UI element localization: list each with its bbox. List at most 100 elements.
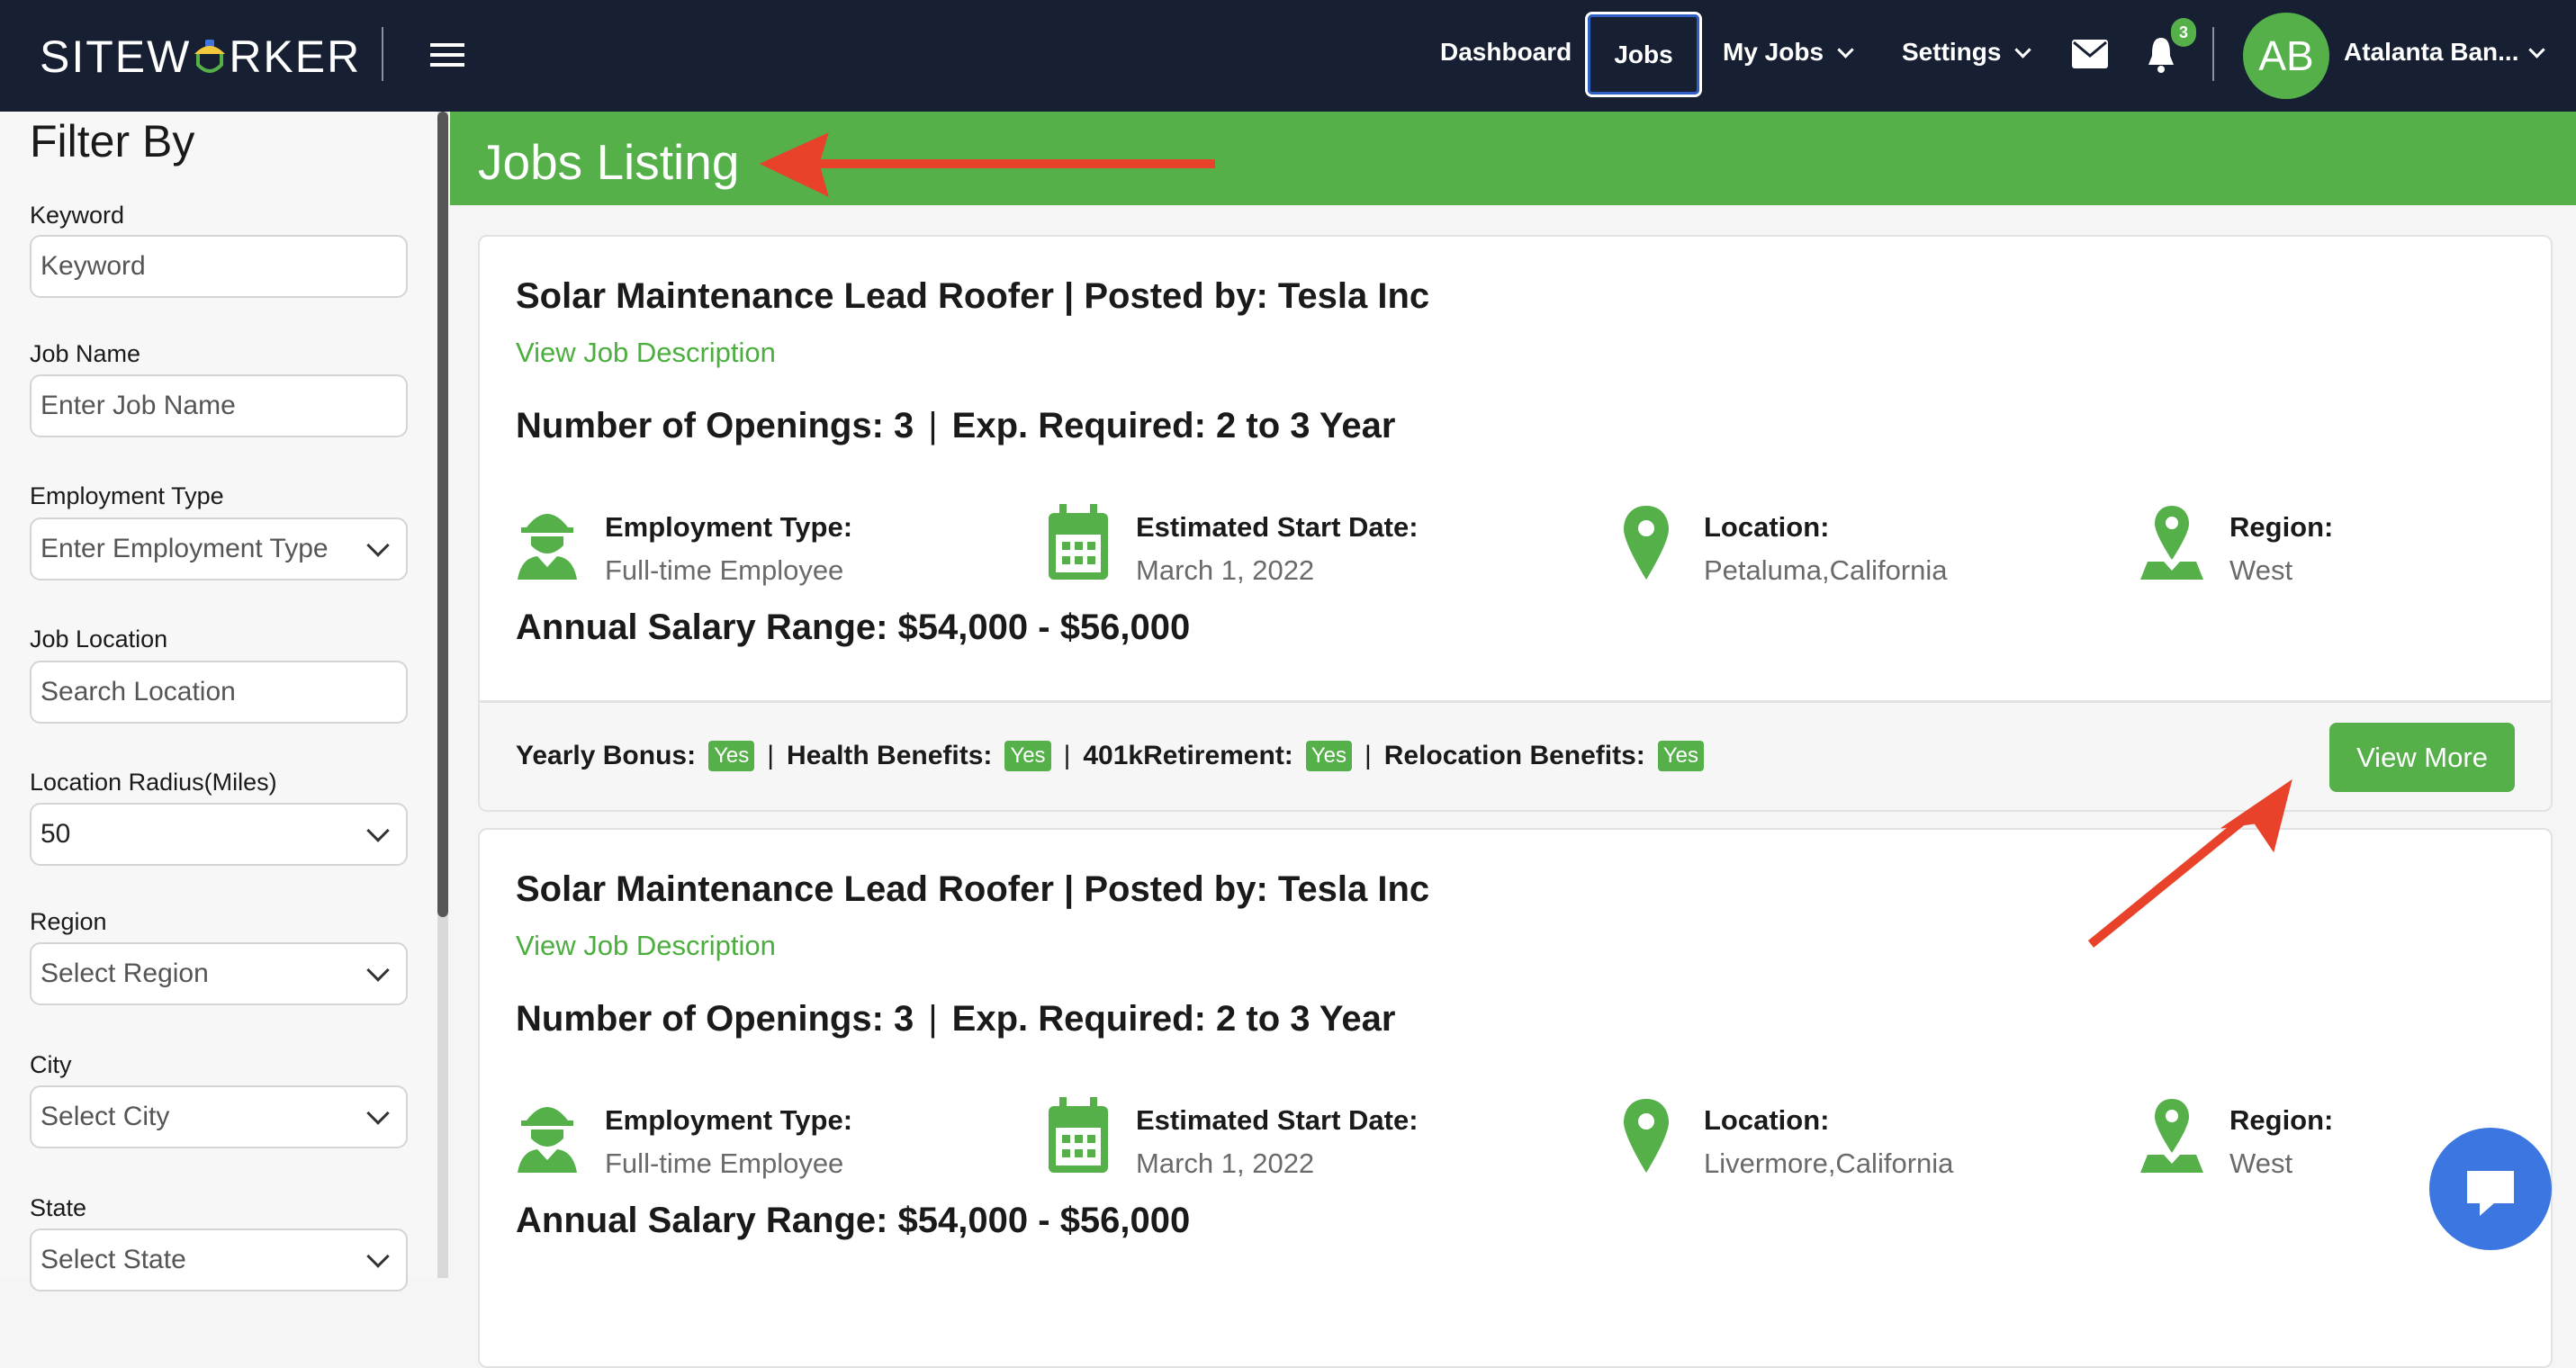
divider [382, 27, 383, 81]
filter-input[interactable]: Select State [30, 1228, 408, 1292]
filter-input[interactable]: Search Location [30, 661, 408, 724]
salary-range: Annual Salary Range: $54,000 - $56,000 [516, 1201, 1191, 1240]
filter-input[interactable]: Select Region [30, 942, 408, 1005]
filter-title: Filter By [30, 116, 195, 166]
employment-value: Full-time Employee [605, 1148, 844, 1179]
separator: | [1364, 741, 1372, 770]
job-card: Solar Maintenance Lead Roofer | Posted b… [478, 235, 2553, 812]
nav-my-jobs-label: My Jobs [1723, 38, 1824, 66]
filter-input-text: 50 [41, 819, 71, 849]
filter-input[interactable]: Keyword [30, 235, 408, 298]
start-label: Estimated Start Date: [1136, 1104, 1419, 1136]
separator: | [767, 741, 775, 770]
openings: Number of Openings: 3 [516, 406, 914, 446]
benefit-label: 401kRetirement: [1083, 741, 1293, 770]
chevron-down-icon [366, 819, 390, 842]
start-value: March 1, 2022 [1136, 1148, 1315, 1179]
chevron-down-icon [366, 1102, 390, 1125]
siteworker-logo[interactable]: SITEW RKER [40, 31, 361, 83]
filter-input-text: Keyword [41, 251, 146, 281]
top-navbar: SITEW RKER Dashboard Jobs My Jobs Setting… [0, 0, 2576, 112]
user-menu[interactable]: Atalanta Ban... [2344, 38, 2546, 67]
separator: | [1063, 741, 1071, 770]
location-label: Location: [1704, 1104, 1830, 1136]
scrollbar-thumb[interactable] [437, 112, 448, 917]
region-value: West [2229, 1148, 2293, 1179]
job-title: Solar Maintenance Lead Roofer | Posted b… [516, 869, 1430, 909]
separator: | [928, 999, 938, 1039]
logo-text: SITEW [40, 32, 192, 82]
openings-experience: Number of Openings: 3 | Exp. Required: 2 t… [516, 999, 1395, 1040]
bell-icon[interactable] [2146, 36, 2176, 74]
avatar[interactable]: AB [2243, 13, 2329, 99]
job-card: Solar Maintenance Lead Roofer | Posted b… [478, 828, 2553, 1368]
calendar-icon [1049, 1097, 1108, 1173]
filter-input-text: Enter Employment Type [41, 534, 329, 563]
employment-value: Full-time Employee [605, 554, 844, 586]
user-name: Atalanta Ban... [2344, 38, 2519, 66]
openings: Number of Openings: 3 [516, 999, 914, 1039]
divider [2212, 27, 2214, 81]
location-pin-icon [1624, 1099, 1669, 1173]
location-value: Livermore,California [1704, 1148, 1954, 1179]
nav-jobs[interactable]: Jobs [1585, 12, 1702, 97]
benefits-row: Yearly Bonus: Yes | Health Benefits: Yes | 401… [516, 741, 1716, 771]
region-label: Region: [2229, 511, 2334, 543]
worker-icon [518, 514, 577, 580]
mail-icon[interactable] [2072, 40, 2108, 68]
nav-settings[interactable]: Settings [1902, 38, 2032, 67]
job-title: Solar Maintenance Lead Roofer | Posted b… [516, 276, 1430, 316]
location-pin-icon [1624, 506, 1669, 580]
map-region-icon [2140, 506, 2203, 580]
card-footer: Yearly Bonus: Yes | Health Benefits: Yes | 401… [480, 700, 2551, 810]
benefit-label: Yearly Bonus: [516, 741, 697, 770]
openings-experience: Number of Openings: 3 | Exp. Required: 2 t… [516, 406, 1395, 446]
salary-range: Annual Salary Range: $54,000 - $56,000 [516, 608, 1191, 647]
page-header [450, 112, 2576, 205]
filter-input-text: Select State [41, 1245, 186, 1274]
employment-label: Employment Type: [605, 1104, 853, 1136]
view-job-description-link[interactable]: View Job Description [516, 337, 776, 369]
chat-icon [2467, 1171, 2514, 1216]
view-more-button[interactable]: View More [2329, 723, 2515, 792]
experience: Exp. Required: 2 to 3 Year [951, 406, 1396, 446]
experience: Exp. Required: 2 to 3 Year [951, 999, 1396, 1039]
start-value: March 1, 2022 [1136, 554, 1315, 586]
start-label: Estimated Start Date: [1136, 511, 1419, 543]
benefit-badge: Yes [1004, 741, 1051, 771]
benefit-label: Health Benefits: [787, 741, 993, 770]
map-region-icon [2140, 1099, 2203, 1173]
filter-label: City [30, 1051, 72, 1078]
location-label: Location: [1704, 511, 1830, 543]
employment-label: Employment Type: [605, 511, 853, 543]
chevron-down-icon [2014, 41, 2032, 58]
sidebar-scrollbar[interactable] [437, 112, 448, 1278]
calendar-icon [1049, 504, 1108, 580]
nav-dashboard[interactable]: Dashboard [1440, 38, 1572, 67]
notification-badge: 3 [2171, 18, 2196, 47]
benefit-badge: Yes [708, 741, 755, 771]
filter-input[interactable]: Enter Job Name [30, 374, 408, 437]
hamburger-menu-icon[interactable] [430, 41, 466, 68]
chat-button[interactable] [2429, 1128, 2552, 1250]
filter-label: Region [30, 908, 107, 935]
location-value: Petaluma,California [1704, 554, 1948, 586]
filter-input-text: Select Region [41, 958, 209, 988]
filter-input-text: Search Location [41, 677, 236, 706]
chevron-down-icon [2528, 41, 2546, 58]
filter-input[interactable]: 50 [30, 803, 408, 866]
benefit-badge: Yes [1657, 741, 1704, 771]
filter-input-text: Enter Job Name [41, 391, 236, 420]
region-label: Region: [2229, 1104, 2334, 1136]
view-job-description-link[interactable]: View Job Description [516, 930, 776, 962]
filter-input[interactable]: Enter Employment Type [30, 518, 408, 580]
filter-input-text: Select City [41, 1102, 170, 1131]
nav-my-jobs[interactable]: My Jobs [1723, 38, 1854, 67]
chevron-down-icon [1837, 41, 1854, 58]
filter-label: Location Radius(Miles) [30, 769, 277, 796]
chevron-down-icon [366, 1245, 390, 1268]
filter-input[interactable]: Select City [30, 1085, 408, 1148]
benefit-badge: Yes [1305, 741, 1352, 771]
chevron-down-icon [366, 534, 390, 557]
page-title: Jobs Listing [478, 134, 740, 190]
